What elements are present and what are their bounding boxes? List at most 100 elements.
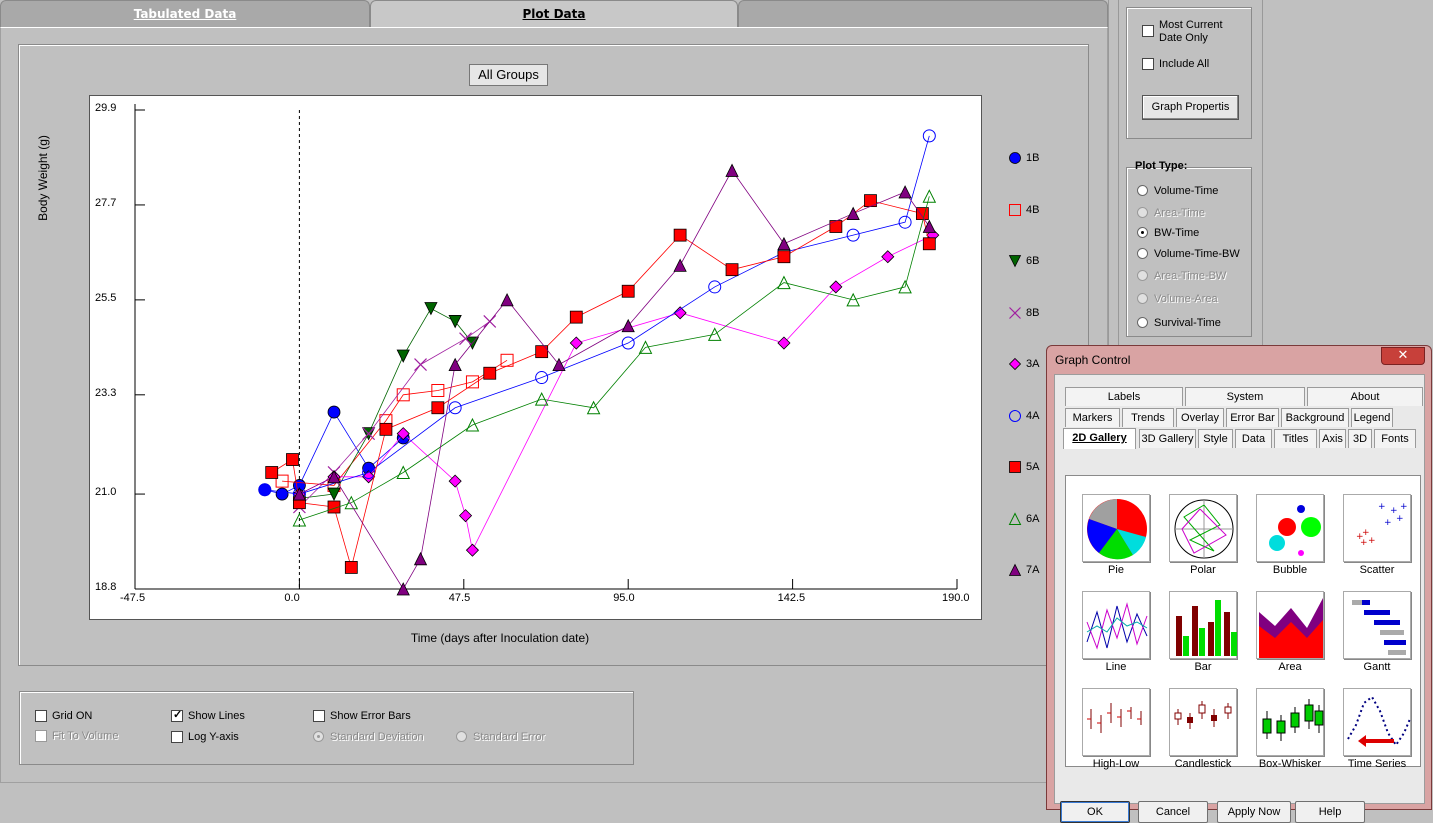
legend-marker-4A (1009, 409, 1021, 422)
plot-type-dot[interactable] (1137, 227, 1148, 238)
series-line-6A (299, 196, 930, 521)
legend-marker-7A (1008, 563, 1022, 576)
x-tick-label: -47.5 (120, 592, 146, 604)
help-button[interactable]: Help (1295, 801, 1365, 823)
gantt-chart-icon[interactable] (1343, 591, 1411, 659)
data-point-5A (344, 561, 358, 574)
series-line-7A (299, 169, 930, 590)
most-current-label: Most Current Date Only (1159, 19, 1223, 45)
tab-tabulated-data[interactable]: Tabulated Data (0, 0, 370, 27)
grid-on-box[interactable] (35, 710, 47, 722)
bubble-chart-icon[interactable] (1256, 494, 1324, 562)
dialog-tab-3d-gallery[interactable]: 3D Gallery (1139, 429, 1196, 448)
data-point-3A (458, 509, 473, 523)
plot-type-dot (1137, 207, 1148, 218)
dialog-tab-overlay[interactable]: Overlay (1176, 408, 1224, 427)
gallery-item-bar[interactable]: Bar (1167, 589, 1239, 679)
candlestick-chart-icon[interactable] (1169, 688, 1237, 756)
cancel-button[interactable]: Cancel (1138, 801, 1208, 823)
gallery-item-scatter[interactable]: + + + + + + + + + Scatter (1341, 492, 1413, 582)
plot-type-label: Volume-Time-BW (1154, 248, 1240, 260)
polar-chart-icon[interactable] (1169, 494, 1237, 562)
data-point-5A (829, 220, 843, 233)
dialog-tab-style[interactable]: Style (1198, 429, 1233, 448)
data-point-3A (569, 336, 583, 350)
dialog-tab-titles[interactable]: Titles (1274, 429, 1317, 448)
close-button[interactable]: ✕ (1381, 347, 1425, 365)
dialog-tab-data[interactable]: Data (1235, 429, 1272, 448)
graph-properties-button[interactable]: Graph Propertis (1142, 95, 1239, 120)
most-current-box[interactable] (1142, 25, 1154, 37)
include-all-box[interactable] (1142, 58, 1154, 70)
legend-item-8B: 8B (1008, 305, 1068, 323)
legend-marker-6B (1008, 255, 1022, 268)
high-low-chart-icon[interactable] (1082, 688, 1150, 756)
legend-label: 3A (1026, 358, 1040, 370)
gallery-item-high-low[interactable]: High-Low (1080, 686, 1152, 776)
data-point-5A (431, 401, 445, 415)
apply-now-button[interactable]: Apply Now (1217, 801, 1291, 823)
tab-plot-data[interactable]: Plot Data (370, 0, 738, 29)
data-point-6B (327, 487, 341, 501)
data-point-5A (673, 228, 687, 242)
gallery-item-pie[interactable]: Pie (1080, 492, 1152, 582)
gallery-item-box-whisker[interactable]: Box-Whisker (1254, 686, 1326, 776)
bar-chart-icon[interactable] (1169, 591, 1237, 659)
data-point-5A (535, 345, 549, 359)
show-lines-box[interactable] (171, 708, 183, 722)
x-tick-label: 95.0 (613, 592, 635, 604)
dialog-tab-about[interactable]: About (1307, 387, 1423, 406)
dialog-tab-3d[interactable]: 3D (1348, 429, 1372, 448)
gallery-item-time-series[interactable]: Time Series (1341, 686, 1413, 776)
box-whisker-chart-icon[interactable] (1256, 688, 1324, 756)
gallery-item-area[interactable]: Area (1254, 589, 1326, 679)
dialog-tab-fonts[interactable]: Fonts (1374, 429, 1416, 448)
dialog-tab-labels[interactable]: Labels (1065, 387, 1183, 406)
dialog-tab-legend[interactable]: Legend (1351, 408, 1393, 427)
log-y-axis-box[interactable] (171, 731, 183, 743)
data-point-5A (777, 250, 791, 264)
dialog-tab-error-bar[interactable]: Error Bar (1226, 408, 1279, 427)
pie-chart-icon[interactable] (1082, 494, 1150, 562)
gallery-label: Box-Whisker (1258, 758, 1322, 770)
gallery-label: Line (1105, 661, 1127, 673)
close-icon[interactable]: ✕ (1398, 348, 1409, 363)
display-options-frame (19, 691, 634, 765)
dialog-tab-markers[interactable]: Markers (1065, 408, 1120, 427)
x-axis-label: Time (days after Inoculation date) (410, 631, 590, 645)
data-point-7A (413, 551, 428, 566)
data-point-5A (569, 310, 583, 324)
graph-control-dialog: Graph Control ✕ Labels System About Markers… (1046, 345, 1432, 823)
legend-label: 4B (1026, 203, 1040, 216)
include-all-label: Include All (1159, 58, 1210, 70)
gallery-item-line[interactable]: Line (1080, 589, 1152, 679)
plot-type-dot[interactable] (1137, 248, 1148, 259)
data-point-6B (396, 349, 410, 363)
gallery-item-polar[interactable]: Polar (1167, 492, 1239, 582)
dialog-tab-system[interactable]: System (1185, 387, 1305, 406)
fit-to-volume-box (35, 730, 47, 742)
plot-type-dot[interactable] (1137, 185, 1148, 196)
dialog-tab-2d-gallery[interactable]: 2D Gallery (1063, 428, 1136, 449)
y-tick-label: 23.3 (95, 386, 117, 399)
legend-label: 6A (1026, 512, 1040, 525)
tab-blank[interactable] (738, 0, 1108, 27)
dialog-tab-axis[interactable]: Axis (1319, 429, 1346, 448)
time-series-chart-icon[interactable] (1343, 688, 1411, 756)
gallery-item-candlestick[interactable]: Candlestick (1167, 686, 1239, 776)
dialog-tab-background[interactable]: Background (1281, 408, 1349, 427)
show-error-bars-box[interactable] (313, 710, 325, 722)
plot-type-dot[interactable] (1137, 317, 1148, 328)
area-chart-icon[interactable] (1256, 591, 1324, 659)
dialog-tab-trends[interactable]: Trends (1122, 408, 1174, 427)
gallery-item-bubble[interactable]: Bubble (1254, 492, 1326, 582)
plot-type-label: BW-Time (1154, 227, 1200, 239)
data-point-3A (673, 306, 687, 320)
ok-button[interactable]: OK (1060, 801, 1130, 823)
y-tick-label: 18.8 (95, 581, 117, 593)
all-groups-button[interactable]: All Groups (469, 64, 548, 86)
gallery-item-gantt[interactable]: Gantt (1341, 589, 1413, 679)
line-chart-icon[interactable] (1082, 591, 1150, 659)
scatter-chart-icon[interactable]: + + + + + + + + + (1343, 494, 1411, 562)
svg-text:+: + (1384, 518, 1392, 528)
